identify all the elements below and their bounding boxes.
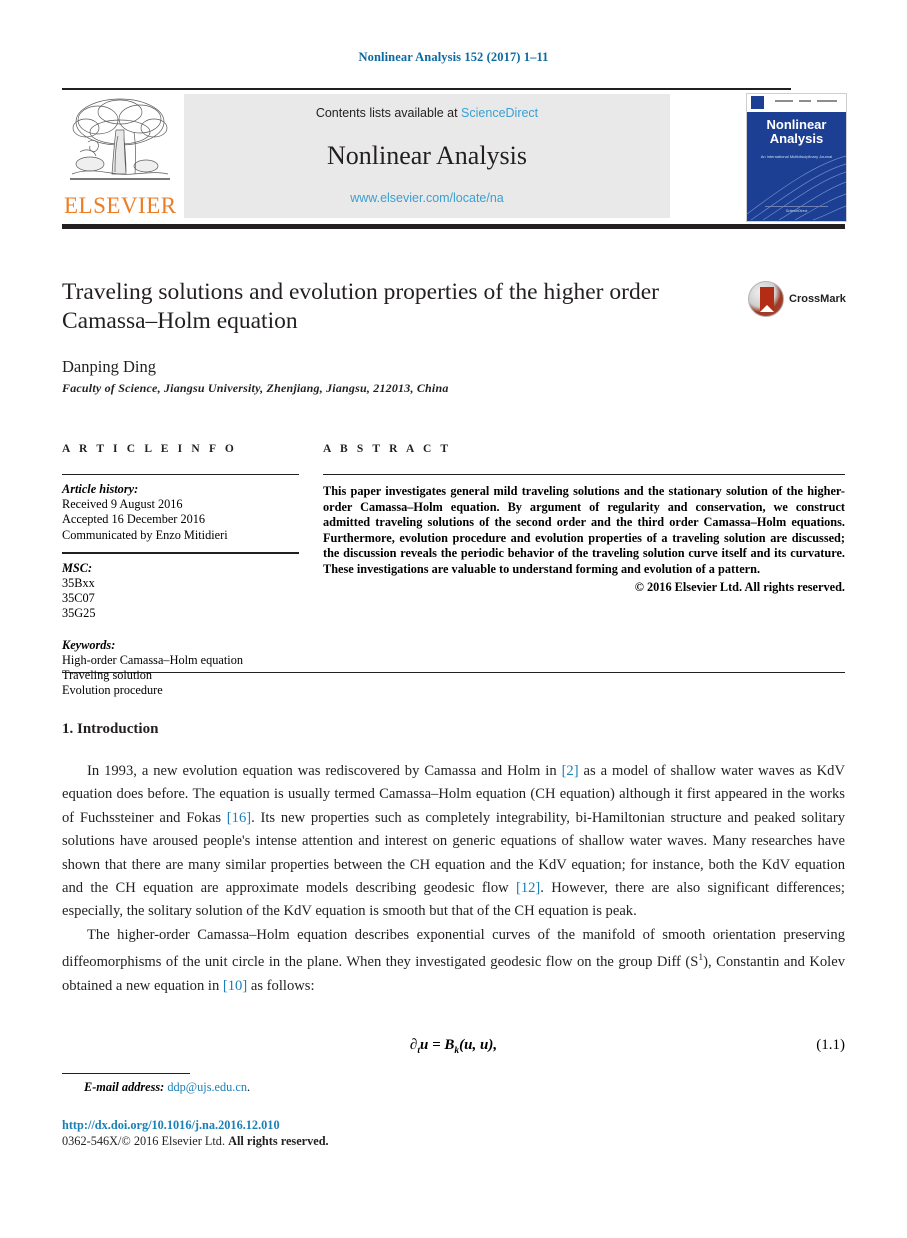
keywords-label: Keywords: [62,637,116,652]
msc-code-0: 35Bxx [62,576,95,591]
info-gap-1 [62,543,299,552]
cover-title-line1: Nonlinear [766,117,827,132]
tree-svg [70,98,170,180]
issn-copyright-line: 0362-546X/© 2016 Elsevier Ltd. All right… [62,1134,329,1149]
body-text: In 1993, a new evolution equation was re… [62,760,845,998]
doi-link[interactable]: http://dx.doi.org/10.1016/j.na.2016.12.0… [62,1118,280,1133]
info-section-bottom-rule [62,672,845,673]
elsevier-logo: ELSEVIER [64,94,176,218]
article-history-accepted: Accepted 16 December 2016 [62,512,206,527]
paper-page: Nonlinear Analysis 152 (2017) 1–11 ELSEV… [0,0,907,1238]
keyword-2: Evolution procedure [62,683,163,698]
article-history-received: Received 9 August 2016 [62,497,183,512]
crossmark-badge-group[interactable]: CrossMark [748,281,846,319]
email-link[interactable]: ddp@ujs.edu.cn [167,1080,247,1094]
article-info-rule-middle [62,551,299,554]
author-name: Danping Ding [62,357,156,376]
crossmark-icon[interactable] [748,281,784,317]
keyword-1: Traveling solution [62,668,153,683]
equation-1-1: ∂tu = Bk(u, u), [62,1037,845,1056]
citation-ref-16[interactable]: [16] [227,810,251,826]
abstract-copyright: © 2016 Elsevier Ltd. All rights reserved… [634,579,845,594]
running-head: Nonlinear Analysis 152 (2017) 1–11 [358,50,549,64]
footnote-separator-rule [62,1073,190,1074]
cover-dash-3 [817,100,837,102]
footnote-email: E-mail address: ddp@ujs.edu.cn. [84,1080,250,1095]
email-label: E-mail address: [84,1080,165,1094]
journal-title: Nonlinear Analysis [326,141,528,170]
contents-prefix: Contents lists available at [315,106,462,120]
msc-group: MSC: 35Bxx 35C07 35G25 [62,561,299,622]
equation-tail: (u, u), [459,1037,498,1053]
banner-bottom-rule [62,224,845,229]
abstract-body: This paper investigates general mild tra… [323,484,845,576]
article-history-label: Article history: [62,482,139,496]
msc-label: MSC: [62,560,93,575]
equation-number: (1.1) [816,1037,845,1053]
cover-title-line2: Analysis [769,131,824,146]
msc-code-2: 35G25 [62,606,96,621]
citation-ref-2[interactable]: [2] [562,763,579,779]
abstract-heading: A B S T R A C T [323,443,452,455]
journal-cover-thumbnail[interactable]: Nonlinear Analysis An International Mult… [746,93,847,222]
article-info-heading: A R T I C L E I N F O [62,443,237,455]
crossmark-notch-shape [760,305,774,312]
elsevier-tree-icon [68,94,172,190]
cover-dash-2 [799,100,811,102]
paragraph-2: The higher-order Camassa–Holm equation d… [62,924,845,998]
cover-footer: ScienceDirect [765,206,828,213]
issn-prefix: 0362-546X/© 2016 Elsevier Ltd. [62,1134,229,1148]
page-title: Traveling solutions and evolution proper… [62,279,659,334]
keywords-group: Keywords: High-order Camassa–Holm equati… [62,638,299,699]
article-history-group: Article history: Received 9 August 2016 … [62,482,299,543]
article-history-communicated: Communicated by Enzo Mitidieri [62,527,228,542]
cover-masthead [747,94,846,112]
crossmark-label: CrossMark [789,293,846,305]
elsevier-wordmark: ELSEVIER [64,193,177,218]
abstract-rule [323,474,845,475]
cover-title: Nonlinear Analysis [747,118,846,146]
equation-1-1-row: ∂tu = Bk(u, u), (1.1) [62,1037,845,1056]
journal-homepage-link[interactable]: www.elsevier.com/locate/na [184,191,670,205]
banner-center-panel: Contents lists available at ScienceDirec… [184,94,670,218]
abstract-column: A B S T R A C T This paper investigates … [323,443,845,595]
title-block: Traveling solutions and evolution proper… [62,278,722,336]
journal-banner: ELSEVIER Contents lists available at Sci… [62,88,847,229]
sciencedirect-link[interactable]: ScienceDirect [461,106,538,120]
issn-rights: All rights reserved. [228,1134,329,1148]
cover-elsevier-mark [751,96,764,109]
banner-top-rule [62,88,791,90]
section-heading-introduction: 1. Introduction [62,721,159,737]
citation-ref-12[interactable]: [12] [516,880,540,896]
article-info-rule-top [62,474,299,475]
cover-dash-1 [775,100,793,102]
equation-body: u = B [419,1037,455,1053]
paragraph-1: In 1993, a new evolution equation was re… [62,760,845,924]
keyword-0: High-order Camassa–Holm equation [62,652,243,667]
msc-code-1: 35C07 [62,591,95,606]
email-suffix: . [247,1080,251,1094]
p1-part-a: In 1993, a new evolution equation was re… [87,763,562,779]
contents-available-line: Contents lists available at ScienceDirec… [184,106,670,120]
p2-part-c: as follows: [247,977,315,994]
info-gap-2 [62,622,299,631]
article-info-column: A R T I C L E I N F O Article history: R… [62,443,299,698]
citation-ref-10[interactable]: [10] [223,978,247,994]
cover-subtitle: An International Multidisciplinary Journ… [760,154,833,159]
author-affiliation: Faculty of Science, Jiangsu University, … [62,381,449,395]
